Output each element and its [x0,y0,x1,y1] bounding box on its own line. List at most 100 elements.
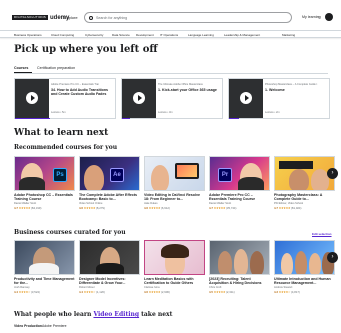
course-author: Robert Moser [79,286,95,290]
course-card[interactable]: [2023] Recruiting: Talent Acquisition & … [209,240,270,294]
course-rating: 4.5 ★★★★★ (2,311) [209,289,235,294]
continue-lecture-title: 34. How to Add Audio Transitions and Cre… [51,88,109,97]
course-thumbnail [144,240,205,275]
carousel-next-button[interactable]: › [327,252,338,263]
course-card[interactable]: Ae The Complete Adobe After Effects Boot… [79,156,140,210]
course-card[interactable]: Designer Model Incentives: Differentiate… [79,240,140,294]
star-icon: ★★★★☆ [18,289,31,294]
course-thumbnail [122,79,156,119]
course-card[interactable]: Learn Meditation Basics with Certificati… [144,240,205,294]
category-item[interactable]: Marketing [282,33,295,37]
course-thumbnail [274,240,335,275]
star-icon: ★★★★☆ [83,289,96,294]
course-rating: 4.4 ★★★★☆ (3,524) [14,289,40,294]
explore-menu[interactable]: Explore [64,15,78,20]
search-bar[interactable]: Search for anything [84,12,292,23]
tab-adobe-premiere[interactable]: Adobe Premiere [42,324,67,328]
course-author: Daniel Walter Scott [209,202,232,206]
search-input[interactable]: Search for anything [96,16,127,20]
thumbnail-banner [279,161,313,169]
tab-certification-preparation[interactable]: Certification preparation [37,66,75,70]
category-item[interactable]: Leadership & Management [224,33,260,37]
progress-track [122,118,222,120]
continue-card[interactable]: Adobe Premiere Pro CC – Essentials Trai … [14,78,116,120]
category-item[interactable]: Cloud Computing [51,33,74,37]
star-icon: ★★★★★ [148,205,161,210]
course-thumbnail: Ps [14,156,75,191]
course-thumbnail [144,156,205,191]
category-item[interactable]: Language Learning [188,33,214,37]
continue-card[interactable]: The Ultimate Adobe Office Masterclass 1.… [121,78,223,120]
brand-logo[interactable]: DIGITALSOLUTIONS udemy [12,13,69,22]
avatar[interactable] [325,13,333,21]
course-title: Productivity and Time Management for the… [14,277,75,286]
chevron-right-icon: › [331,254,334,260]
category-item[interactable]: Data Science [112,33,130,37]
course-thumbnail: Ae [79,156,140,191]
category-item[interactable]: Cybersecurity [85,33,103,37]
course-card[interactable]: Ps Adobe Photoshop CC – Essentials Train… [14,156,75,210]
course-thumbnail [79,240,140,275]
edit-selection-link[interactable]: Edit selection [312,232,332,236]
tabs-divider [14,73,328,74]
chevron-right-icon: › [331,170,334,176]
course-author: Video School Online [79,202,103,206]
continue-course-name: Photoshop Masterclass – A Complete Guide… [265,83,318,86]
course-author: Clarisse Ivina [144,286,160,290]
continue-card[interactable]: Photoshop Masterclass – A Complete Guide… [228,78,330,120]
course-author: Josh Ramsey [14,286,30,290]
heart-icon[interactable]: ♡ [317,15,321,20]
course-rating: 4.3 ★★★★☆ (4,817) [274,289,300,294]
category-item[interactable]: Development [136,33,154,37]
continue-meta: Lecture • 3m [158,111,173,114]
course-rating: 4.6 ★★★★★ (6,912) [144,205,170,210]
star-icon: ★★★★★ [83,205,96,210]
topic-link[interactable]: Video Editing [93,311,139,318]
course-title: Adobe Photoshop CC – Essentials Training… [14,193,73,202]
recommended-title: Recommended courses for you [14,144,118,151]
course-rating: 4.6 ★★★★★ (8,279) [79,205,105,210]
course-thumbnail [274,156,335,191]
course-card[interactable]: Ultimate Introduction and Human Resource… [274,240,335,294]
category-item[interactable]: Business Operations [14,33,42,37]
course-thumbnail [15,79,49,119]
course-title: Adobe Premiere Pro CC – Essentials Train… [209,193,256,202]
category-navigation: Business Operations Cloud Computing Cybe… [0,30,341,38]
course-title: Learn Meditation Basics with Certificati… [144,277,194,286]
continue-lecture-title: 1. Welcome [265,88,285,92]
section-title: What to learn next [14,128,109,138]
course-rating: 4.7 ★★★★★ (84,319) [14,205,42,210]
course-author: Phil Ebiner, Video School [274,202,304,206]
star-icon: ★★★★☆ [278,289,291,294]
premiere-pro-icon: Pr [218,168,232,182]
course-title: Video Editing in DaVinci Resolve 18: Fro… [144,193,200,202]
category-item[interactable]: IT Operations [160,33,178,37]
course-rating: 4.7 ★★★★★ (35,744) [209,205,237,210]
progress-track [229,118,329,120]
star-icon: ★★★★★ [278,205,291,210]
course-title: Photography Masterclass: A Complete Guid… [274,193,323,202]
search-icon [89,15,93,20]
course-title: The Complete Adobe After Effects Bootcam… [79,193,138,202]
carousel-next-button[interactable]: › [327,168,338,179]
course-author: Daniel Walter Scott [14,202,37,206]
course-author: Andrew Stewart [274,286,293,290]
star-icon: ★★★★★ [213,289,226,294]
course-thumbnail [209,240,270,275]
star-icon: ★★★★★ [148,289,161,294]
continue-course-name: Adobe Premiere Pro CC – Essentials Trai [51,83,99,86]
course-card[interactable]: Video Editing in DaVinci Resolve 18: Fro… [144,156,205,210]
page-title: Pick up where you left off [14,44,158,55]
tab-courses[interactable]: Courses [14,66,28,70]
business-brand-badge: DIGITALSOLUTIONS [12,15,48,20]
course-author: Jake Dukes [144,202,158,206]
course-card[interactable]: Productivity and Time Management for the… [14,240,75,294]
continue-course-name: The Ultimate Adobe Office Masterclass [158,83,203,86]
star-icon: ★★★★★ [18,205,31,210]
tab-video-production[interactable]: Video Production [14,324,42,328]
course-card[interactable]: Photography Masterclass: A Complete Guid… [274,156,335,210]
course-thumbnail: Pr [209,156,270,191]
course-card[interactable]: Pr Adobe Premiere Pro CC – Essentials Tr… [209,156,270,210]
course-thumbnail [14,240,75,275]
progress-fill [122,118,130,120]
